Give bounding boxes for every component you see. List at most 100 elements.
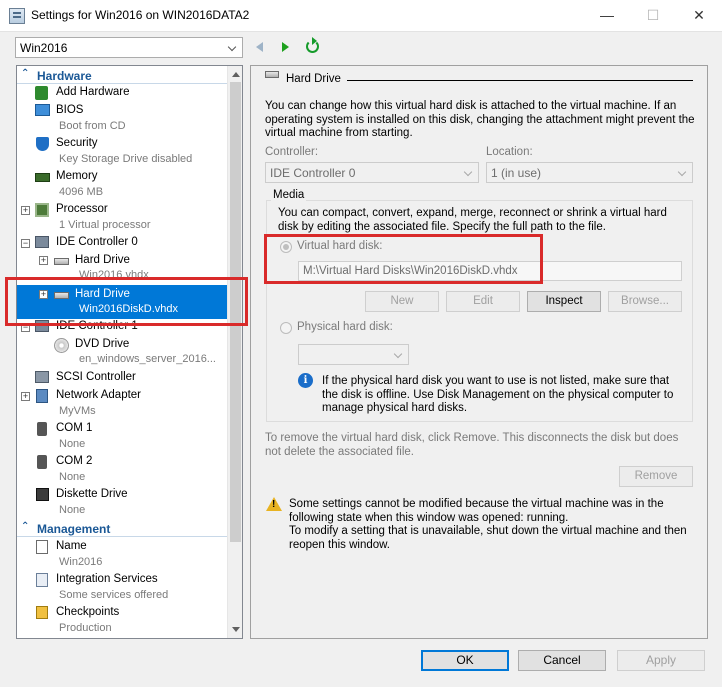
apply-button[interactable]: Apply: [617, 650, 705, 671]
management-section-header[interactable]: ⌃ Management: [17, 520, 227, 537]
hard-drive-icon: [265, 71, 279, 78]
tree-scrollbar[interactable]: [227, 66, 242, 638]
heading-divider: [347, 80, 693, 81]
com-port-icon: [37, 422, 47, 436]
title-bar: Settings for Win2016 on WIN2016DATA2 — ☐…: [0, 0, 722, 32]
location-select-value: 1 (in use): [491, 166, 542, 180]
hardware-header-label: Hardware: [37, 69, 92, 83]
collapse-chevron-icon[interactable]: ⌃: [21, 68, 29, 79]
intro-text: You can change how this virtual hard dis…: [265, 100, 695, 139]
diskette-icon: [36, 488, 49, 501]
controller-select-value: IDE Controller 0: [270, 166, 356, 180]
location-select[interactable]: 1 (in use): [486, 162, 693, 183]
scsi-controller-icon: [35, 371, 49, 383]
vm-select-value: Win2016: [20, 41, 68, 55]
expand-toggle[interactable]: +: [21, 392, 30, 401]
com-port-icon: [37, 455, 47, 469]
tree-item-sub: MyVMs: [59, 405, 96, 417]
scroll-down-icon[interactable]: [232, 627, 240, 632]
forward-arrow-icon[interactable]: [282, 42, 289, 52]
tree-item-label: Hard Drive: [75, 254, 130, 266]
tree-item-label: Network Adapter: [56, 389, 142, 401]
highlight-rectangle: [5, 277, 248, 326]
ide-controller-icon: [35, 236, 49, 248]
maximize-button[interactable]: ☐: [630, 0, 676, 30]
tree-item-sub: 4096 MB: [59, 186, 104, 198]
warning-icon: [266, 497, 282, 511]
window-title: Settings for Win2016 on WIN2016DATA2: [31, 8, 250, 22]
chevron-down-icon: [464, 166, 474, 178]
tree-item-label: Diskette Drive: [56, 488, 128, 500]
tree-item-sub: 1 Virtual processor: [59, 219, 151, 231]
tree-item-sub: Key Storage Drive disabled: [59, 153, 193, 165]
management-header-label: Management: [37, 522, 111, 536]
add-hardware-icon: [35, 86, 48, 100]
new-button[interactable]: New: [365, 291, 439, 312]
controller-label: Controller:: [265, 146, 319, 158]
tree-item-label: Add Hardware: [56, 86, 130, 98]
tree-item-sub: None: [59, 438, 86, 450]
name-icon: [36, 540, 48, 554]
tree-item-label: IDE Controller 0: [56, 236, 138, 248]
ok-button[interactable]: OK: [421, 650, 509, 671]
highlight-rectangle: [264, 234, 543, 284]
settings-app-icon: [9, 8, 25, 24]
checkpoints-icon: [36, 606, 48, 619]
edit-button[interactable]: Edit: [446, 291, 520, 312]
collapse-chevron-icon[interactable]: ⌃: [21, 521, 29, 532]
remove-button[interactable]: Remove: [619, 466, 693, 487]
expand-toggle[interactable]: +: [39, 256, 48, 265]
chevron-down-icon: [394, 348, 404, 360]
panel-heading: Hard Drive: [286, 73, 341, 85]
tree-item-sub: Some services offered: [59, 589, 169, 601]
tree-item-label: Integration Services: [56, 573, 158, 585]
tree-item-sub: Production: [59, 622, 112, 634]
integration-services-icon: [36, 573, 48, 587]
physical-hard-disk-radio[interactable]: [280, 322, 292, 334]
tree-item-label: Processor: [56, 203, 108, 215]
hardware-section-header[interactable]: ⌃ Hardware: [17, 67, 227, 84]
memory-icon: [35, 173, 50, 182]
tree-item-label: BIOS: [56, 104, 84, 116]
tree-item-label: SCSI Controller: [56, 371, 136, 383]
tree-item-label: Checkpoints: [56, 606, 120, 618]
network-adapter-icon: [36, 389, 48, 403]
expand-toggle[interactable]: +: [21, 206, 30, 215]
chevron-down-icon: [228, 41, 238, 53]
close-button[interactable]: ✕: [676, 0, 722, 30]
tree-item-sub: None: [59, 504, 86, 516]
tree-item-label: COM 1: [56, 422, 93, 434]
tree-item-sub: Boot from CD: [59, 120, 126, 132]
refresh-icon[interactable]: [306, 37, 319, 53]
tree-item-label: DVD Drive: [75, 338, 130, 350]
tree-item-sub: Win2016: [59, 556, 103, 568]
location-label: Location:: [486, 146, 533, 158]
dvd-icon: [54, 338, 69, 353]
minimize-button[interactable]: —: [584, 0, 630, 30]
settings-panel: Hard Drive You can change how this virtu…: [250, 65, 708, 639]
physical-hard-disk-label: Physical hard disk:: [297, 321, 393, 333]
remove-description: To remove the virtual hard disk, click R…: [265, 432, 679, 458]
collapse-toggle[interactable]: −: [21, 239, 30, 248]
tree-item-label: Name: [56, 540, 87, 552]
bios-icon: [35, 104, 50, 116]
scroll-up-icon[interactable]: [232, 72, 240, 77]
chevron-down-icon: [678, 166, 688, 178]
back-arrow-icon[interactable]: [256, 42, 263, 52]
processor-icon: [35, 203, 49, 217]
physical-disk-select[interactable]: [298, 344, 409, 365]
settings-tree: ⌃ Hardware Add Hardware BIOS Boot from C…: [16, 65, 243, 639]
tree-item-label: Security: [56, 137, 98, 149]
controller-select[interactable]: IDE Controller 0: [265, 162, 479, 183]
media-description: You can compact, convert, expand, merge,…: [278, 207, 667, 233]
physical-disk-info: If the physical hard disk you want to us…: [322, 375, 674, 414]
browse-button[interactable]: Browse...: [608, 291, 682, 312]
tree-item-label: Memory: [56, 170, 98, 182]
inspect-button[interactable]: Inspect: [527, 291, 601, 312]
shield-icon: [36, 137, 49, 151]
vm-select[interactable]: Win2016: [15, 37, 243, 58]
media-group-label: Media: [271, 189, 307, 203]
cancel-button[interactable]: Cancel: [518, 650, 606, 671]
hard-drive-icon: [54, 258, 69, 265]
tree-item-sub: en_windows_server_2016...: [79, 353, 216, 365]
